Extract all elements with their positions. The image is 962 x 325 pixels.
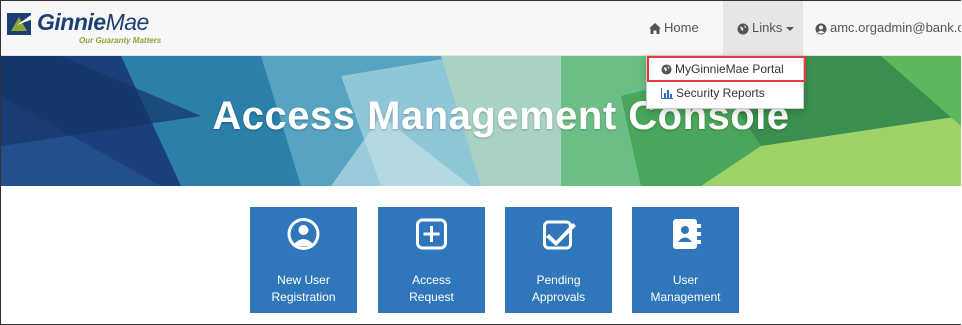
nav-user-label: amc.orgadmin@bank.com xyxy=(830,20,961,35)
tile-label: Access Request xyxy=(378,272,485,306)
bar-chart-icon xyxy=(661,88,673,100)
check-square-icon xyxy=(543,220,576,250)
dropdown-item-myginniemae-portal[interactable]: MyGinnieMae Portal xyxy=(647,56,806,82)
logo-text: GinnieMae xyxy=(37,9,149,36)
top-navbar: GinnieMae Our Guaranty Matters Home Link… xyxy=(1,1,961,56)
tile-label: User Management xyxy=(632,272,739,306)
nav-links-label: Links xyxy=(752,20,783,35)
tile-label-line1: Access xyxy=(412,273,451,287)
tile-pending-approvals[interactable]: Pending Approvals xyxy=(505,207,612,313)
dropdown-item-security-reports[interactable]: Security Reports xyxy=(647,82,803,104)
browser-viewport: GinnieMae Our Guaranty Matters Home Link… xyxy=(0,0,961,325)
tile-label-line2: Request xyxy=(409,290,454,304)
globe-icon xyxy=(737,23,749,35)
page-title: Access Management Console xyxy=(212,94,790,138)
nav-home-link[interactable]: Home xyxy=(649,1,699,55)
plus-square-icon xyxy=(416,218,447,250)
nav-user-account[interactable]: amc.orgadmin@bank.com xyxy=(815,1,961,55)
nav-home-label: Home xyxy=(664,20,699,35)
tile-label-line1: User xyxy=(672,273,699,287)
links-dropdown-menu: MyGinnieMae Portal Security Reports xyxy=(646,55,806,109)
tile-label-line2: Management xyxy=(650,290,721,304)
user-circle-icon xyxy=(815,23,827,35)
tile-access-request[interactable]: Access Request xyxy=(378,207,485,313)
tile-user-management[interactable]: User Management xyxy=(632,207,739,313)
tile-label-line1: Pending xyxy=(536,273,581,287)
hero-banner: Access Management Console xyxy=(1,56,961,186)
tile-new-user-registration[interactable]: New User Registration xyxy=(250,207,357,313)
highlight-box xyxy=(647,56,806,82)
tile-label-line2: Registration xyxy=(271,290,336,304)
logo-name-regular: Mae xyxy=(105,9,150,35)
chevron-down-icon xyxy=(786,26,795,31)
tile-label-line2: Approvals xyxy=(531,290,586,304)
nav-links-dropdown-toggle[interactable]: Links xyxy=(723,1,803,55)
address-book-icon xyxy=(673,219,701,249)
tile-label: New User Registration xyxy=(250,272,357,306)
dropdown-item-label: Security Reports xyxy=(676,86,765,100)
logo-name-bold: Ginnie xyxy=(37,9,106,35)
logo-tagline: Our Guaranty Matters xyxy=(79,36,162,45)
home-icon xyxy=(649,23,661,35)
ginniemae-logo[interactable]: GinnieMae Our Guaranty Matters xyxy=(7,9,187,49)
ginniemae-logo-mark-icon xyxy=(7,13,33,35)
tile-label-line1: New User xyxy=(277,273,330,287)
user-circle-icon xyxy=(287,218,320,250)
tile-label: Pending Approvals xyxy=(505,272,612,306)
